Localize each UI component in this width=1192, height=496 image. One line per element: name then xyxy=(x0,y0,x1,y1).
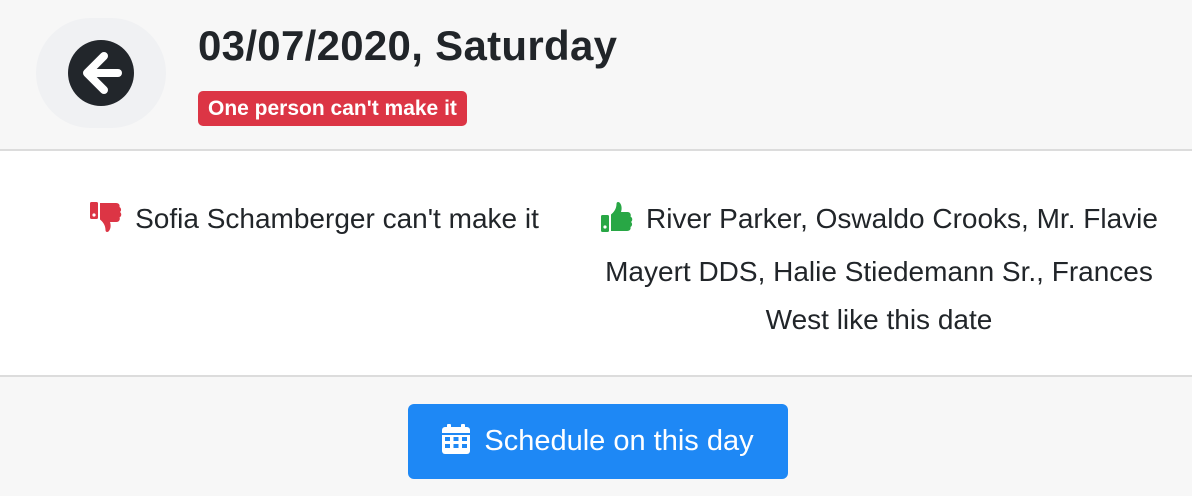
arrow-left-circle-icon xyxy=(68,40,134,106)
responses-section: Sofia Schamberger can't make it River Pa… xyxy=(0,151,1192,375)
card-footer: Schedule on this day xyxy=(0,375,1192,496)
card-header: 03/07/2020, Saturday One person can't ma… xyxy=(0,0,1192,151)
schedule-button[interactable]: Schedule on this day xyxy=(408,404,788,479)
accepted-text: River Parker, Oswaldo Crooks, Mr. Flavie… xyxy=(605,203,1158,335)
date-card: 03/07/2020, Saturday One person can't ma… xyxy=(0,0,1192,496)
thumbs-up-icon xyxy=(600,200,634,248)
schedule-button-label: Schedule on this day xyxy=(484,425,754,457)
back-button[interactable] xyxy=(36,18,166,128)
page-title: 03/07/2020, Saturday xyxy=(198,22,618,69)
thumbs-down-icon xyxy=(89,200,123,248)
declined-text: Sofia Schamberger can't make it xyxy=(135,203,539,234)
declined-column: Sofia Schamberger can't make it xyxy=(40,195,588,248)
accepted-column: River Parker, Oswaldo Crooks, Mr. Flavie… xyxy=(590,195,1168,344)
calendar-icon xyxy=(442,408,471,483)
status-badge: One person can't make it xyxy=(198,91,467,126)
